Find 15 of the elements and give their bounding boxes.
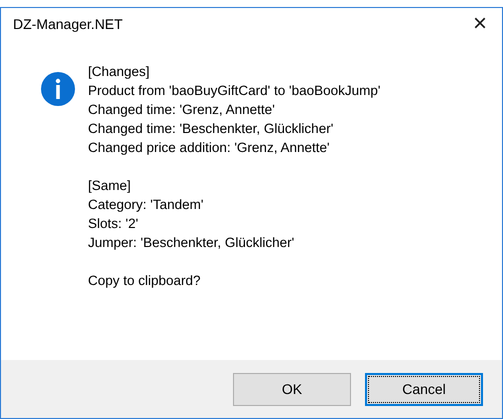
message-line: Product from 'baoBuyGiftCard' to 'baoBookJump' (88, 82, 380, 100)
message-line: Changed time: 'Grenz, Annette' (88, 101, 276, 119)
message-line: Copy to clipboard? (88, 272, 202, 290)
info-icon (41, 72, 75, 106)
window-title: DZ-Manager.NET (13, 14, 123, 34)
message-line: Slots: '2' (88, 215, 140, 233)
message-line: Jumper: 'Beschenkter, Glücklicher' (88, 234, 296, 252)
message-line: Category: 'Tandem' (88, 196, 204, 214)
message-line: [Changes] (88, 63, 151, 81)
dialog-button[interactable]: Cancel (365, 372, 483, 406)
message-line: [Same] (88, 177, 132, 195)
message-line: Changed time: 'Beschenkter, Glücklicher' (88, 120, 334, 138)
close-button[interactable]: × (458, 9, 502, 39)
message-line: Changed price addition: 'Grenz, Annette' (88, 139, 331, 157)
dialog-button[interactable]: OK (233, 372, 351, 406)
